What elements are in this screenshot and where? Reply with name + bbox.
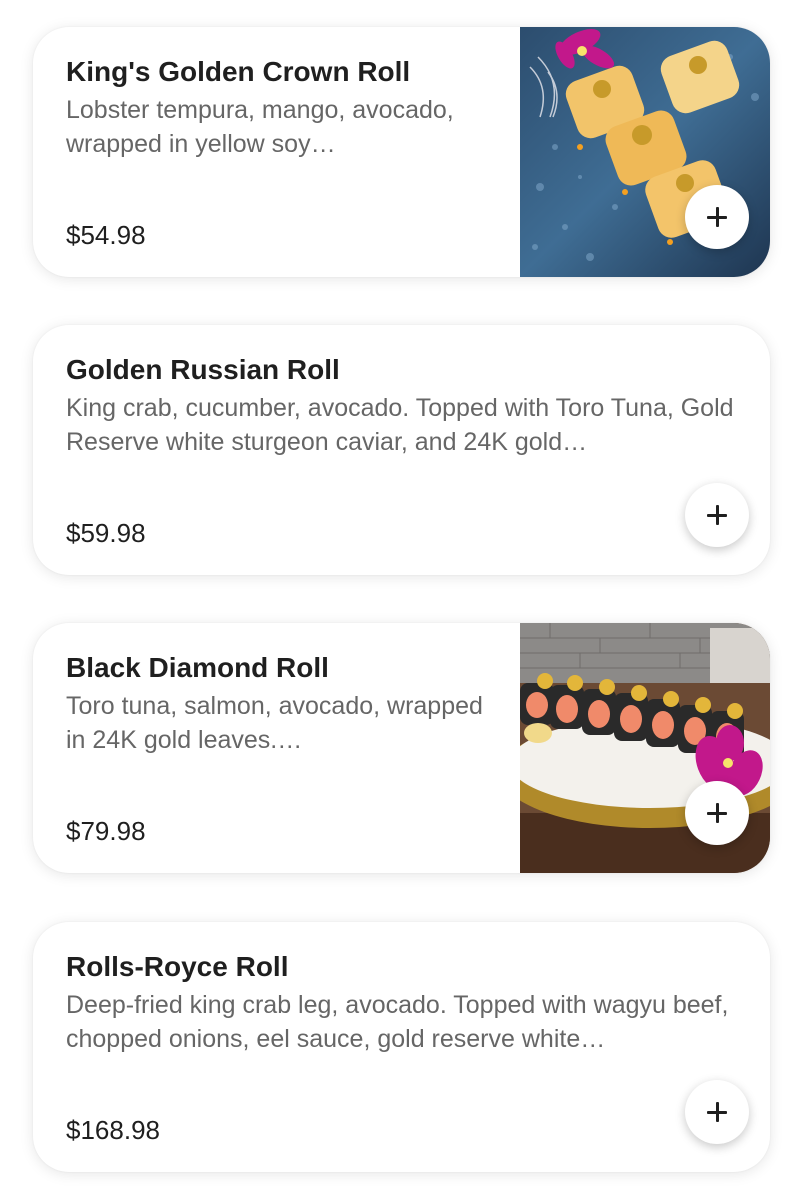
add-to-cart-button[interactable] (685, 483, 749, 547)
add-to-cart-button[interactable] (685, 1080, 749, 1144)
plus-icon (707, 505, 727, 525)
add-to-cart-button[interactable] (685, 781, 749, 845)
menu-item-price: $59.98 (66, 518, 146, 548)
menu-item-text: King's Golden Crown Roll Lobster tempura… (66, 55, 500, 161)
menu-item-description: Lobster tempura, mango, avocado, wrapped… (66, 96, 454, 158)
plus-icon (707, 207, 727, 227)
plus-icon (707, 1102, 727, 1122)
plus-icon (707, 803, 727, 823)
menu-item-price: $54.98 (66, 220, 146, 250)
menu-item-name: Golden Russian Roll (66, 354, 340, 385)
menu-item-description: Deep-fried king crab leg, avocado. Toppe… (66, 991, 729, 1053)
menu-item-price: $79.98 (66, 816, 146, 846)
menu-item-description: King crab, cucumber, avocado. Topped wit… (66, 394, 734, 456)
menu-item-name: Rolls-Royce Roll (66, 951, 289, 982)
add-to-cart-button[interactable] (685, 185, 749, 249)
menu-item-text: Golden Russian Roll King crab, cucumber,… (66, 353, 737, 459)
menu-item-text: Black Diamond Roll Toro tuna, salmon, av… (66, 651, 500, 757)
menu-item-text: Rolls-Royce Roll Deep-fried king crab le… (66, 950, 737, 1056)
menu-item-card-rolls-royce-roll[interactable]: Rolls-Royce Roll Deep-fried king crab le… (33, 922, 770, 1172)
menu-item-name: King's Golden Crown Roll (66, 56, 411, 87)
menu-item-name: Black Diamond Roll (66, 652, 329, 683)
menu-item-description: Toro tuna, salmon, avocado, wrapped in 2… (66, 692, 483, 754)
menu-item-card-golden-russian-roll[interactable]: Golden Russian Roll King crab, cucumber,… (33, 325, 770, 575)
menu-item-card-kings-golden-crown-roll[interactable]: King's Golden Crown Roll Lobster tempura… (33, 27, 770, 277)
menu-item-card-black-diamond-roll[interactable]: Black Diamond Roll Toro tuna, salmon, av… (33, 623, 770, 873)
menu-item-price: $168.98 (66, 1115, 160, 1145)
